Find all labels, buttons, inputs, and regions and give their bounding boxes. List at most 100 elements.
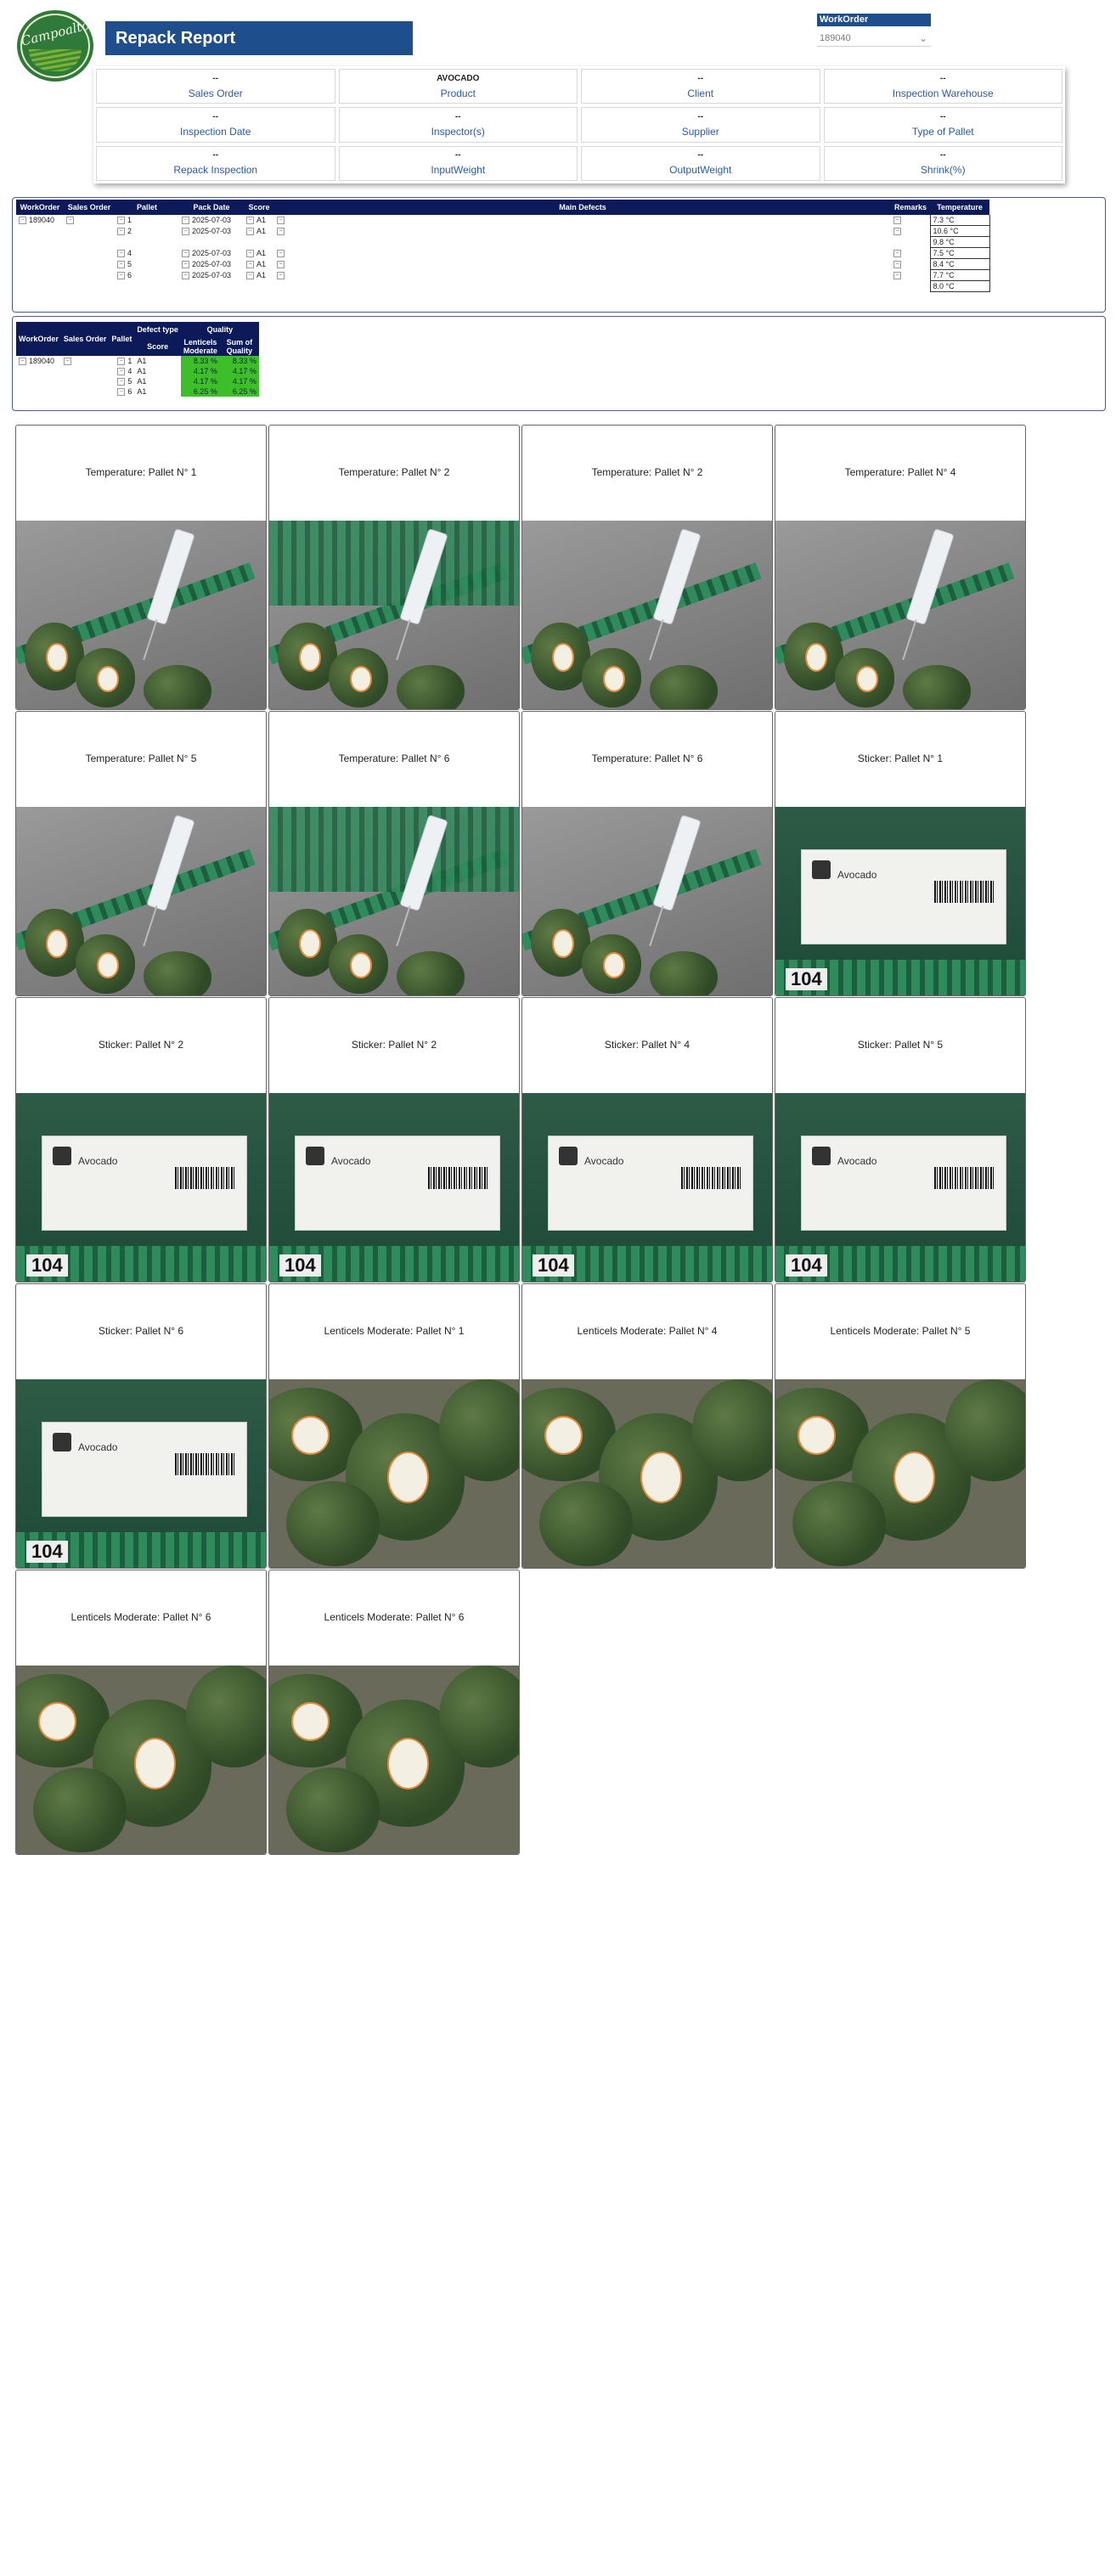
expand-icon[interactable]: − [182, 217, 189, 225]
thermometer [905, 528, 955, 625]
photo-tile[interactable]: Temperature: Pallet N° 6 [268, 711, 520, 996]
quality-header-sales-order: Sales Order [60, 322, 110, 356]
inspection-photo [269, 1379, 519, 1568]
temperature-cell: 10.6 °C [929, 225, 990, 237]
score-cell-value: A1 [256, 226, 267, 235]
workorder-value: 189040 [29, 216, 55, 225]
chevron-down-icon[interactable]: ⌄ [919, 30, 927, 47]
expand-icon[interactable]: − [277, 217, 285, 225]
avocado-shape [397, 951, 465, 995]
photo-tile[interactable]: Lenticels Moderate: Pallet N° 4 [521, 1283, 773, 1569]
expand-icon[interactable]: − [277, 250, 285, 258]
photo-caption: Lenticels Moderate: Pallet N° 6 [70, 1611, 211, 1623]
photo-tile[interactable]: Sticker: Pallet N° 2 Avocado 104 [268, 997, 520, 1282]
photo-caption: Lenticels Moderate: Pallet N° 5 [830, 1325, 971, 1337]
crate-number-tag: 104 [533, 1254, 574, 1277]
pallet-label: Avocado [801, 1136, 1006, 1231]
table-row: −4 A1 4.17 % 4.17 % [16, 366, 259, 376]
workorder-cell [16, 281, 64, 292]
crate-number-tag: 104 [786, 968, 827, 990]
expand-icon[interactable]: − [893, 250, 901, 258]
photo-tile[interactable]: Lenticels Moderate: Pallet N° 5 [775, 1283, 1026, 1569]
expand-icon[interactable]: − [277, 228, 285, 236]
expand-icon[interactable]: − [117, 378, 126, 386]
photo-tile[interactable]: Temperature: Pallet N° 2 [268, 425, 520, 710]
photo-tile[interactable]: Temperature: Pallet N° 1 [15, 425, 267, 710]
photo-tile[interactable]: Lenticels Moderate: Pallet N° 1 [268, 1283, 520, 1569]
expand-icon[interactable]: − [246, 261, 254, 269]
quality-header-score: Score [134, 337, 181, 356]
expand-icon[interactable]: − [182, 228, 189, 236]
expand-icon[interactable]: − [893, 228, 901, 236]
photo-tile[interactable]: Temperature: Pallet N° 6 [521, 711, 773, 996]
expand-icon[interactable]: − [117, 250, 125, 258]
expand-icon[interactable]: − [19, 358, 26, 366]
score-cell: A1 [137, 357, 147, 365]
quality-group-defect-type: Defect type [134, 322, 181, 337]
expand-icon[interactable]: − [117, 261, 125, 269]
expand-icon[interactable]: − [117, 388, 126, 397]
expand-icon[interactable]: − [246, 228, 254, 236]
expand-icon[interactable]: − [893, 261, 901, 269]
pallet-cell-value: 5 [127, 259, 132, 268]
expand-icon[interactable]: − [63, 358, 71, 366]
pack-date-cell [179, 237, 244, 248]
score-cell [244, 237, 274, 248]
fruit-sticker [96, 666, 119, 692]
pallet-header-cell: Main Defects [274, 200, 891, 215]
expand-icon[interactable]: − [117, 368, 126, 376]
photo-tile[interactable]: Temperature: Pallet N° 5 [15, 711, 267, 996]
expand-icon[interactable]: − [246, 217, 254, 225]
expand-icon[interactable]: − [893, 272, 901, 280]
expand-icon[interactable]: − [19, 217, 26, 225]
info-card-value: -- [697, 73, 704, 83]
score-cell-value: A1 [256, 259, 267, 268]
expand-icon[interactable]: − [117, 272, 125, 280]
expand-icon[interactable]: − [117, 217, 125, 225]
inspection-photo: Avocado 104 [16, 1379, 266, 1568]
expand-icon[interactable]: − [246, 272, 254, 280]
remarks-cell: − [891, 226, 930, 237]
expand-icon[interactable]: − [277, 261, 285, 269]
expand-icon[interactable]: − [117, 228, 125, 236]
label-product-text: Avocado [584, 1155, 624, 1167]
expand-icon[interactable]: − [277, 272, 285, 280]
photo-caption: Lenticels Moderate: Pallet N° 6 [324, 1611, 465, 1623]
photo-tile[interactable]: Sticker: Pallet N° 5 Avocado 104 [775, 997, 1026, 1282]
avocado-shape [792, 1481, 886, 1566]
photo-tile[interactable]: Lenticels Moderate: Pallet N° 6 [15, 1570, 267, 1855]
expand-icon[interactable]: − [893, 217, 901, 225]
photo-tile[interactable]: Temperature: Pallet N° 4 [775, 425, 1026, 710]
expand-icon[interactable]: − [182, 250, 189, 258]
expand-icon[interactable]: − [246, 250, 254, 258]
avocado-shape [903, 665, 971, 709]
pallet-cell [115, 237, 179, 248]
photo-tile[interactable]: Sticker: Pallet N° 6 Avocado 104 [15, 1283, 267, 1569]
workorder-dropdown[interactable]: 189040 ⌄ [817, 30, 931, 47]
photo-tile[interactable]: Lenticels Moderate: Pallet N° 6 [268, 1570, 520, 1855]
photo-tile[interactable]: Sticker: Pallet N° 4 Avocado 104 [521, 997, 773, 1282]
fruit-sticker [855, 666, 878, 692]
expand-icon[interactable]: − [66, 217, 74, 225]
photo-tile[interactable]: Temperature: Pallet N° 2 [521, 425, 773, 710]
photo-tile[interactable]: Sticker: Pallet N° 1 Avocado 104 [775, 711, 1026, 996]
sales-order-cell [64, 226, 115, 237]
heart-logo-icon [53, 1433, 71, 1451]
pallet-table: WorkOrder Sales Order Pallet Pack Date Score… [16, 200, 990, 292]
info-card: AVOCADO Product [338, 69, 578, 104]
photo-tile[interactable]: Sticker: Pallet N° 2 Avocado 104 [15, 997, 267, 1282]
info-card: -- Client [581, 69, 820, 104]
remarks-cell: − [891, 248, 930, 259]
fruit-sticker [551, 929, 574, 959]
expand-icon[interactable]: − [182, 261, 189, 269]
info-card-value: AVOCADO [437, 73, 480, 83]
table-row: −5−2025-07-03− A1− −8.4 °C [16, 258, 990, 270]
expand-icon[interactable]: − [182, 272, 189, 280]
info-card: -- InputWeight [338, 145, 578, 181]
photo-caption: Temperature: Pallet N° 2 [338, 466, 450, 478]
table-row: −5 A1 4.17 % 4.17 % [16, 376, 259, 386]
inspection-photo [269, 521, 519, 709]
inspection-photo: Avocado 104 [775, 807, 1025, 995]
info-card-label: Sales Order [188, 87, 243, 99]
expand-icon[interactable]: − [117, 358, 126, 366]
